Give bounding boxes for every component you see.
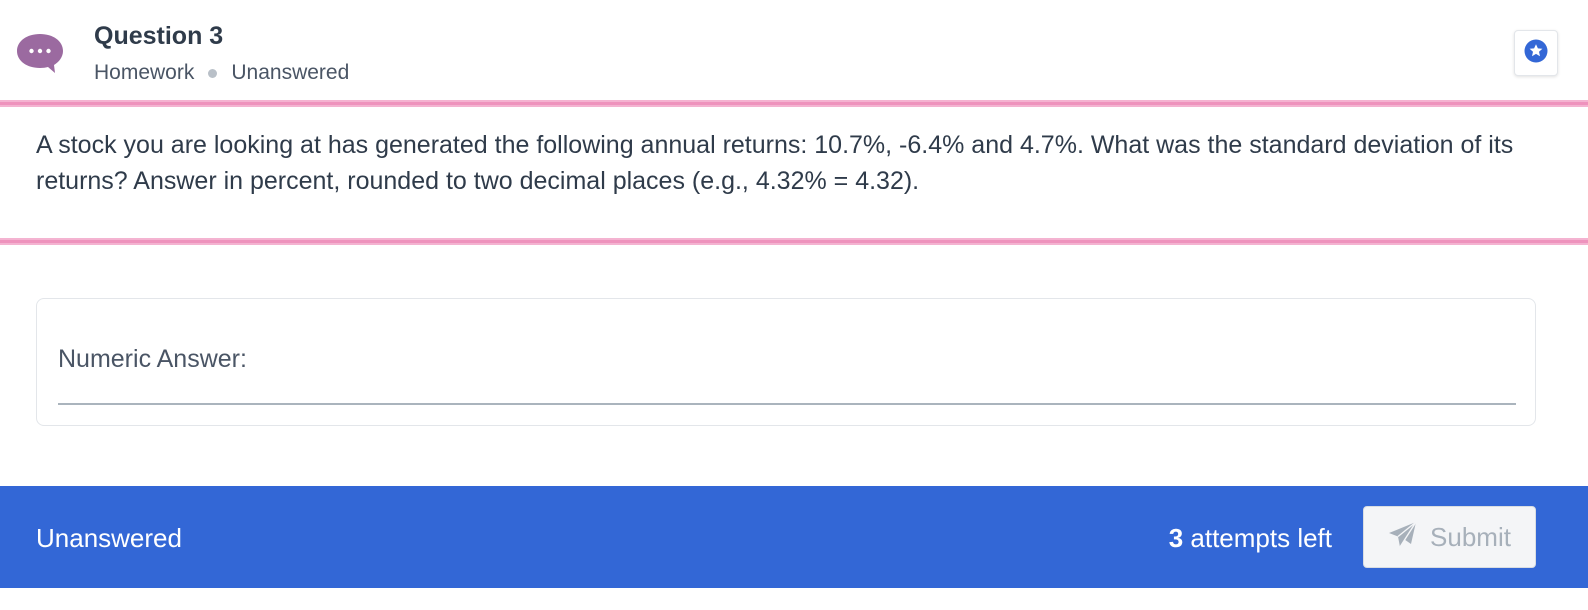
question-category: Homework <box>94 61 195 84</box>
question-status: Unanswered <box>231 61 350 84</box>
attempts-count: 3 <box>1168 523 1184 553</box>
submit-label: Submit <box>1430 522 1511 552</box>
submit-button[interactable]: Submit <box>1363 506 1536 568</box>
paper-plane-icon <box>1388 520 1418 554</box>
question-meta: Homework Unanswered <box>94 58 349 88</box>
question-title: Question 3 <box>94 22 224 50</box>
answer-card: Numeric Answer: <box>36 298 1536 426</box>
separator-dot <box>208 68 218 78</box>
question-header: Question 3 Homework Unanswered <box>0 0 1588 102</box>
footer-status: Unanswered <box>36 523 182 553</box>
bottom-strip <box>0 588 1588 610</box>
numeric-answer-label: Numeric Answer: <box>58 345 247 373</box>
question-text: A stock you are looking at has generated… <box>36 131 1514 195</box>
submission-footer: Unanswered 3 attempts left Submit <box>0 486 1588 588</box>
chat-bubble-icon <box>15 32 65 74</box>
attempts-left: 3 attempts left <box>1169 522 1332 554</box>
favorite-button[interactable] <box>1514 30 1558 76</box>
numeric-answer-input[interactable] <box>337 343 1507 383</box>
accent-divider-top <box>0 100 1588 107</box>
answer-underline <box>58 403 1516 405</box>
attempts-text: attempts left <box>1183 523 1332 553</box>
accent-divider-bottom <box>0 238 1588 245</box>
star-icon <box>1524 39 1548 68</box>
